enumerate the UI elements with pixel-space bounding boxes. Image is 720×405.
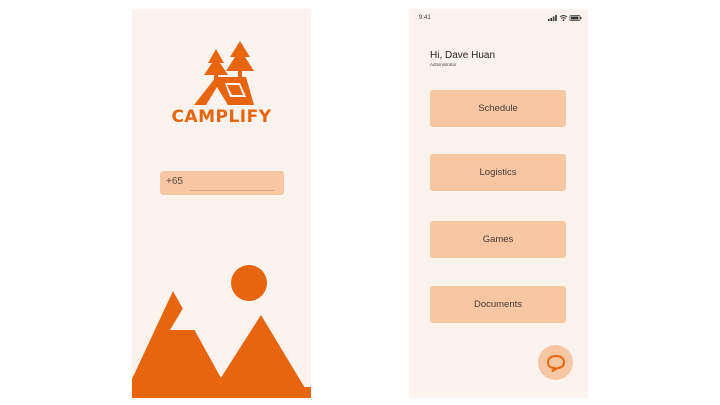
greeting-title: Hi, Dave Huan <box>430 50 496 61</box>
schedule-button[interactable]: Schedule <box>430 90 566 127</box>
phone-prefix: +65 <box>166 176 183 187</box>
camplify-logo-icon <box>194 41 254 105</box>
mountain-illustration-icon <box>132 265 311 398</box>
status-icons <box>548 15 582 22</box>
home-screen: 9:41 Hi, Dave Huan Administrator Schedul… <box>409 9 588 398</box>
input-underline <box>190 190 274 191</box>
wifi-icon <box>559 15 568 22</box>
battery-icon <box>569 15 582 21</box>
status-time: 9:41 <box>419 15 431 21</box>
brand-name: CAMPLIFY <box>171 107 272 127</box>
user-role: Administrator <box>430 62 457 67</box>
documents-button[interactable]: Documents <box>430 286 566 323</box>
chat-button[interactable] <box>538 345 573 380</box>
login-screen: CAMPLIFY +65 <box>132 9 311 398</box>
logistics-button[interactable]: Logistics <box>430 154 566 191</box>
signal-icon <box>548 15 557 21</box>
games-button[interactable]: Games <box>430 221 566 258</box>
phone-number-input[interactable]: +65 <box>160 171 284 195</box>
chat-bubble-icon <box>546 354 565 372</box>
status-bar: 9:41 <box>409 9 588 29</box>
